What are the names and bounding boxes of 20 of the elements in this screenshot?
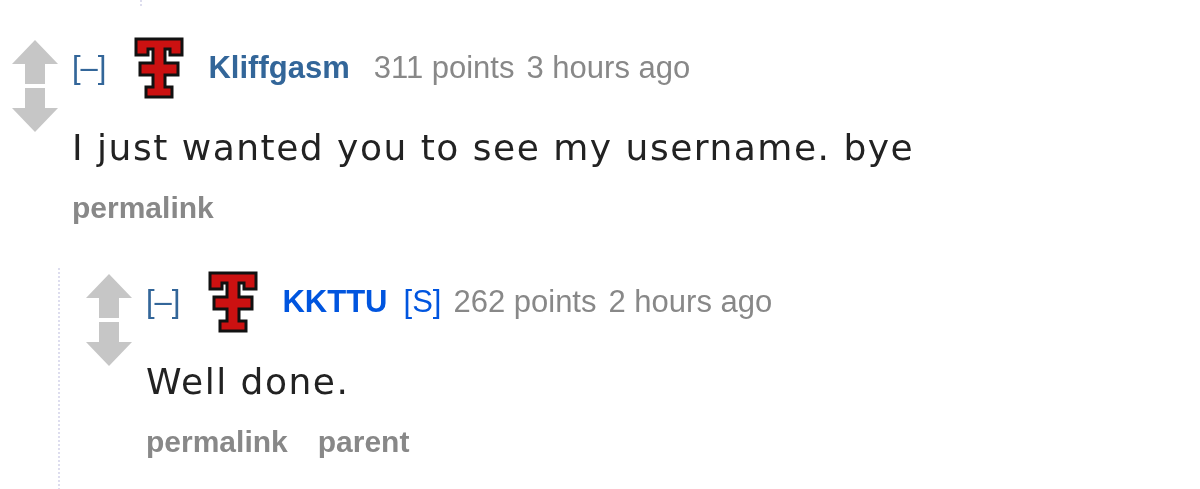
comment-text: I just wanted you to see my username. bye — [72, 126, 915, 170]
comment-action-link[interactable]: parent — [317, 425, 410, 459]
timestamp-text: 3 hours ago — [526, 50, 691, 86]
timestamp-text: 2 hours ago — [608, 284, 773, 320]
comment-text: Well done. — [146, 360, 351, 404]
upvote-arrow-icon[interactable] — [86, 274, 132, 318]
comment-action-link[interactable]: permalink — [146, 425, 288, 459]
flair-icon — [134, 37, 185, 99]
downvote-arrow-icon[interactable] — [12, 88, 58, 132]
collapse-toggle[interactable]: [–] — [72, 50, 107, 86]
score-text: 262 points — [453, 284, 597, 320]
downvote-arrow-icon[interactable] — [86, 322, 132, 366]
username-link[interactable]: Kliffgasm — [208, 50, 350, 86]
submitter-tag: [S] — [403, 284, 442, 320]
collapse-toggle[interactable]: [–] — [146, 284, 181, 320]
username-link[interactable]: KKTTU — [282, 284, 388, 320]
comment-action-link[interactable]: permalink — [72, 191, 214, 225]
flair-icon — [208, 271, 259, 333]
score-text: 311 points — [373, 50, 515, 86]
upvote-arrow-icon[interactable] — [12, 40, 58, 84]
